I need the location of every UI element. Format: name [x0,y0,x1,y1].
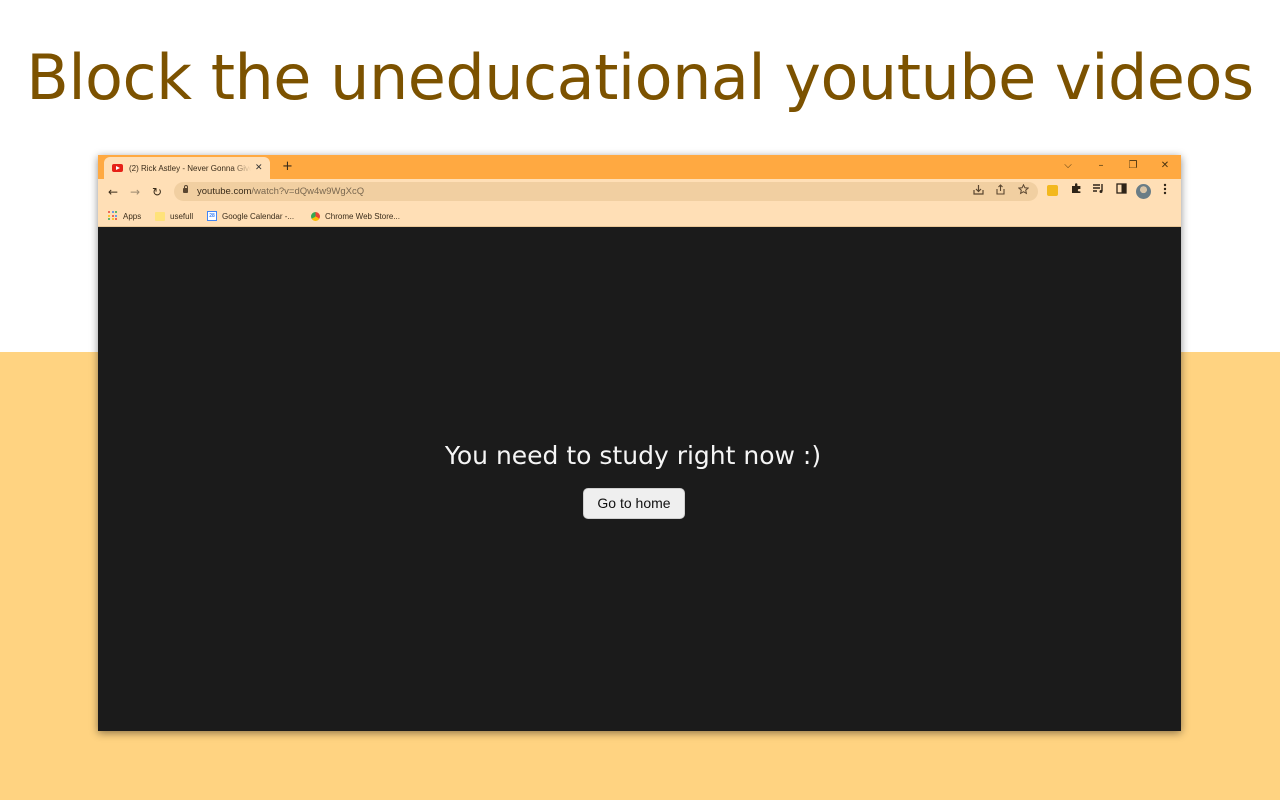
page-content: You need to study right now :) Go to hom… [98,227,1181,731]
webstore-icon [311,211,320,221]
close-window-button[interactable]: ✕ [1156,158,1174,174]
address-bar[interactable]: youtube.com/watch?v=dQw4w9WgXcQ [174,182,1038,201]
go-to-home-button[interactable]: Go to home [583,488,685,519]
restore-button[interactable]: ❐ [1124,158,1142,174]
puzzle-icon[interactable] [1068,183,1084,199]
lock-icon [183,185,188,193]
browser-toolbar: ← → ↻ youtube.com/watch?v=dQw4w9WgXcQ [98,179,1181,205]
url-host: youtube.com [197,186,252,197]
bookmark-apps[interactable]: Apps [108,209,141,223]
minimize-button[interactable]: – [1092,158,1110,174]
bookmark-label: Apps [123,211,142,221]
back-button[interactable]: ← [104,183,122,201]
calendar-icon: 28 [207,211,217,221]
bookmark-chrome-web-store[interactable]: Chrome Web Store... [311,209,400,223]
avatar[interactable] [1136,184,1151,199]
tab-strip: (2) Rick Astley - Never Gonna Give You U… [98,155,1181,179]
star-icon[interactable] [1016,183,1030,198]
new-tab-button[interactable]: + [282,159,293,175]
apps-grid-icon [108,211,118,221]
youtube-icon [112,164,123,172]
reading-list-icon[interactable] [1090,183,1106,199]
url-path: /watch?v=dQw4w9WgXcQ [251,186,365,197]
bookmarks-bar: Apps usefull 28 Google Calendar -... Chr… [98,205,1181,227]
browser-window: (2) Rick Astley - Never Gonna Give You U… [98,155,1181,731]
tab-active[interactable]: (2) Rick Astley - Never Gonna Give You U… [104,157,270,179]
folder-icon [155,211,165,221]
side-panel-icon[interactable] [1113,183,1129,199]
install-icon[interactable] [971,184,985,198]
reload-button[interactable]: ↻ [148,183,166,201]
url-text[interactable]: youtube.com/watch?v=dQw4w9WgXcQ [197,185,364,198]
extension-yellow-icon[interactable] [1045,183,1061,199]
promo-headline: Block the uneducational youtube videos [26,41,1254,114]
bookmark-label: usefull [170,211,194,221]
tab-title: (2) Rick Astley - Never Gonna Give You U… [129,163,251,173]
bookmark-google-calendar[interactable]: 28 Google Calendar -... [207,209,294,223]
share-icon[interactable] [993,184,1007,198]
tab-search-icon[interactable]: ⌵ [1059,158,1077,174]
bookmark-label: Chrome Web Store... [325,211,400,221]
bookmark-label: Google Calendar -... [222,211,295,221]
menu-icon[interactable] [1157,183,1173,199]
bookmark-folder-usefull[interactable]: usefull [155,209,193,223]
forward-button[interactable]: → [126,183,144,201]
block-message: You need to study right now :) [444,441,822,470]
tab-close-icon[interactable]: ✕ [255,163,263,173]
